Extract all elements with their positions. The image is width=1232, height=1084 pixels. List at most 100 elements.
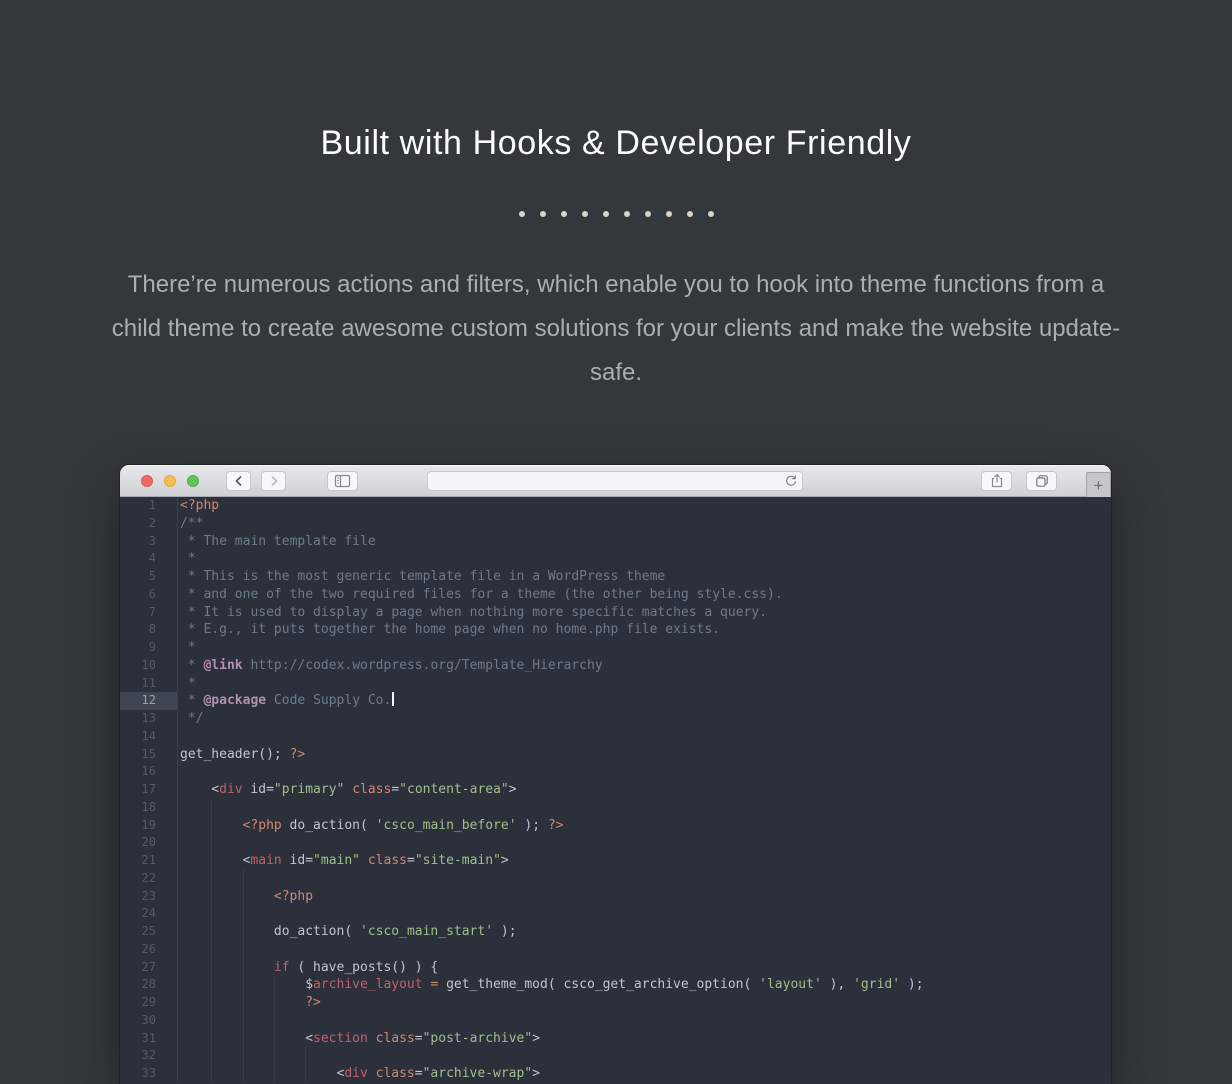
code-line: 21<main id="main" class="site-main"> [120, 852, 1111, 870]
line-number: 4 [120, 550, 178, 568]
sidebar-toggle-button[interactable] [327, 471, 358, 491]
code-line: 1<?php [120, 497, 1111, 515]
code-line: 9 * [120, 639, 1111, 657]
dot [582, 211, 588, 217]
code-line: 32 [120, 1047, 1111, 1065]
line-number: 22 [120, 870, 178, 888]
line-number: 32 [120, 1047, 178, 1065]
new-tab-button[interactable]: + [1086, 472, 1111, 499]
dot [561, 211, 567, 217]
line-number: 33 [120, 1065, 178, 1083]
code-lines: 1<?php2/**3 * The main template file4 *5… [120, 497, 1111, 1083]
code-line: 19<?php do_action( 'csco_main_before' );… [120, 817, 1111, 835]
code-line: 12 * @package Code Supply Co. [120, 692, 1111, 710]
code-line: 5 * This is the most generic template fi… [120, 568, 1111, 586]
address-input[interactable] [428, 472, 780, 490]
line-number: 8 [120, 621, 178, 639]
line-number: 20 [120, 834, 178, 852]
dot [603, 211, 609, 217]
address-bar [427, 471, 803, 491]
code-line: 17<div id="primary" class="content-area"… [120, 781, 1111, 799]
tabs-overview-button[interactable] [1026, 471, 1057, 491]
code-line: 29?> [120, 994, 1111, 1012]
code-line: 20 [120, 834, 1111, 852]
dot [519, 211, 525, 217]
line-number: 9 [120, 639, 178, 657]
code-line: 16 [120, 763, 1111, 781]
code-line: 13 */ [120, 710, 1111, 728]
line-number: 26 [120, 941, 178, 959]
code-line: 23<?php [120, 888, 1111, 906]
line-number: 13 [120, 710, 178, 728]
text-cursor [392, 692, 394, 706]
code-editor[interactable]: 1<?php2/**3 * The main template file4 *5… [120, 497, 1111, 1084]
code-line: 30 [120, 1012, 1111, 1030]
section-title: Built with Hooks & Developer Friendly [0, 124, 1232, 163]
traffic-light-close[interactable] [141, 475, 153, 487]
line-number: 27 [120, 959, 178, 977]
code-line: 14 [120, 728, 1111, 746]
code-line: 11 * [120, 675, 1111, 693]
divider-dots [0, 211, 1232, 217]
line-number: 30 [120, 1012, 178, 1030]
code-line: 18 [120, 799, 1111, 817]
line-number: 11 [120, 675, 178, 693]
plus-icon: + [1094, 477, 1104, 494]
chevron-left-icon [231, 473, 247, 489]
dot [624, 211, 630, 217]
code-line: 24 [120, 905, 1111, 923]
code-line: 7 * It is used to display a page when no… [120, 604, 1111, 622]
line-number: 12 [120, 692, 178, 710]
line-number: 7 [120, 604, 178, 622]
code-line: 4 * [120, 550, 1111, 568]
line-number: 18 [120, 799, 178, 817]
line-number: 14 [120, 728, 178, 746]
code-line: 31<section class="post-archive"> [120, 1030, 1111, 1048]
line-number: 24 [120, 905, 178, 923]
line-number: 15 [120, 746, 178, 764]
line-number: 5 [120, 568, 178, 586]
dot [666, 211, 672, 217]
share-icon [989, 473, 1005, 489]
code-line: 6 * and one of the two required files fo… [120, 586, 1111, 604]
code-line: 2/** [120, 515, 1111, 533]
traffic-light-zoom[interactable] [187, 475, 199, 487]
browser-window: + 1<?php2/**3 * The main template file4 … [120, 465, 1111, 1084]
code-line: 22 [120, 870, 1111, 888]
forward-button[interactable] [261, 471, 286, 491]
dot [645, 211, 651, 217]
line-number: 29 [120, 994, 178, 1012]
tabs-icon [1034, 473, 1050, 489]
line-number: 17 [120, 781, 178, 799]
line-number: 3 [120, 533, 178, 551]
code-line: 27if ( have_posts() ) { [120, 959, 1111, 977]
line-number: 31 [120, 1030, 178, 1048]
code-line: 33<div class="archive-wrap"> [120, 1065, 1111, 1083]
reload-icon [784, 474, 798, 488]
traffic-lights [141, 475, 199, 487]
line-number: 2 [120, 515, 178, 533]
section-description: There’re numerous actions and filters, w… [108, 263, 1124, 395]
code-line: 25do_action( 'csco_main_start' ); [120, 923, 1111, 941]
back-button[interactable] [226, 471, 251, 491]
line-number: 25 [120, 923, 178, 941]
line-number: 1 [120, 497, 178, 515]
line-number: 28 [120, 976, 178, 994]
code-line: 26 [120, 941, 1111, 959]
line-number: 21 [120, 852, 178, 870]
sidebar-icon [334, 473, 351, 489]
chevron-right-icon [266, 473, 282, 489]
dot [687, 211, 693, 217]
code-line: 10 * @link http://codex.wordpress.org/Te… [120, 657, 1111, 675]
line-number: 10 [120, 657, 178, 675]
line-number: 6 [120, 586, 178, 604]
dot [708, 211, 714, 217]
share-button[interactable] [981, 471, 1012, 491]
code-line: 3 * The main template file [120, 533, 1111, 551]
dot [540, 211, 546, 217]
traffic-light-minimize[interactable] [164, 475, 176, 487]
line-number: 16 [120, 763, 178, 781]
reload-button[interactable] [780, 472, 802, 490]
browser-toolbar: + [120, 465, 1111, 497]
code-line: 15get_header(); ?> [120, 746, 1111, 764]
